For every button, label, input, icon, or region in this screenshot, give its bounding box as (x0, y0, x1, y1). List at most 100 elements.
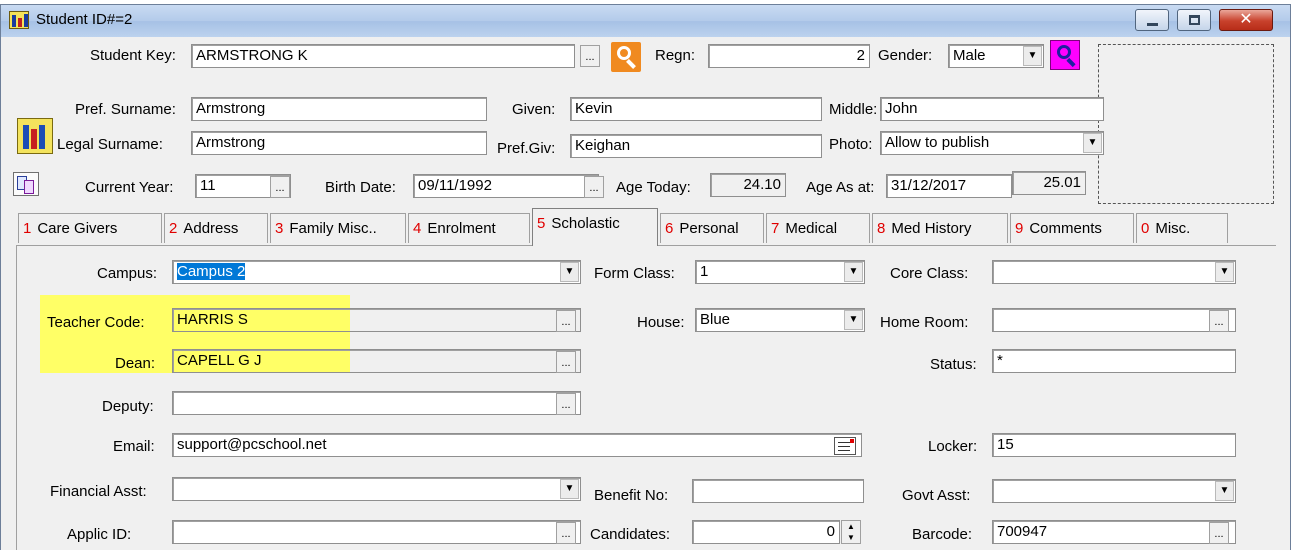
window-title: Student ID#=2 (36, 11, 133, 28)
chevron-down-icon[interactable]: ▼ (844, 310, 863, 330)
locker-label: Locker: (928, 438, 978, 455)
email-field[interactable]: support@pcschool.net (172, 433, 862, 457)
given-field[interactable]: Kevin (570, 97, 822, 121)
minimize-button[interactable] (1135, 9, 1169, 31)
locker-field[interactable]: 15 (992, 433, 1236, 457)
app-icon (9, 11, 29, 29)
pref-giv-field[interactable]: Keighan (570, 134, 822, 158)
barcode-lookup-button[interactable]: ... (1209, 522, 1229, 544)
teacher-code-lookup-button[interactable]: ... (556, 310, 576, 332)
applic-id-lookup-button[interactable]: ... (556, 522, 576, 544)
dean-lookup-button[interactable]: ... (556, 351, 576, 373)
tab-care-givers[interactable]: 1 Care Givers (18, 213, 162, 243)
deputy-field[interactable] (172, 391, 581, 415)
regn-field[interactable]: 2 (708, 44, 870, 68)
status-label: Status: (930, 356, 977, 373)
birth-date-field[interactable]: 09/11/1992 (413, 174, 599, 198)
form-class-value: 1 (700, 263, 709, 280)
tab-misc[interactable]: 0 Misc. (1136, 213, 1228, 243)
photo-select[interactable]: Allow to publish ▼ (880, 131, 1104, 155)
campus-value: Campus 2 (177, 263, 246, 280)
tab-medical[interactable]: 7 Medical (766, 213, 870, 243)
campus-select[interactable]: Campus 2 ▼ (172, 260, 581, 284)
home-room-lookup-button[interactable]: ... (1209, 310, 1229, 332)
core-class-label: Core Class: (890, 265, 969, 282)
birth-date-label: Birth Date: (325, 179, 396, 196)
title-bar[interactable] (1, 5, 1290, 37)
photo-frame[interactable] (1098, 44, 1274, 204)
teacher-code-label: Teacher Code: (47, 314, 145, 331)
benefit-no-field[interactable] (692, 479, 864, 503)
family-icon[interactable] (17, 118, 53, 154)
age-as-at-date-field[interactable]: 31/12/2017 (886, 174, 1012, 198)
middle-label: Middle: (829, 101, 878, 118)
close-button[interactable]: ✕ (1219, 9, 1273, 31)
current-year-lookup-button[interactable]: ... (270, 176, 290, 198)
tab-comments[interactable]: 9 Comments (1010, 213, 1134, 243)
govt-asst-label: Govt Asst: (902, 487, 971, 504)
chevron-down-icon[interactable]: ▼ (1083, 133, 1102, 153)
house-select[interactable]: Blue ▼ (695, 308, 865, 332)
core-class-select[interactable]: ▼ (992, 260, 1236, 284)
dean-field[interactable]: CAPELL G J (172, 349, 581, 373)
chevron-down-icon[interactable]: ▼ (560, 479, 579, 499)
pref-surname-field[interactable]: Armstrong (191, 97, 487, 121)
photo-label: Photo: (829, 136, 873, 153)
tab-enrolment[interactable]: 4 Enrolment (408, 213, 530, 243)
house-value: Blue (700, 311, 731, 328)
spin-up-icon[interactable]: ▲ (842, 521, 860, 532)
age-today-field: 24.10 (710, 173, 786, 197)
tab-personal[interactable]: 6 Personal (660, 213, 764, 243)
financial-asst-label: Financial Asst: (50, 483, 147, 500)
status-field[interactable]: * (992, 349, 1236, 373)
candidates-spinner[interactable]: ▲ ▼ (841, 520, 861, 544)
gender-value: Male (953, 47, 986, 64)
house-label: House: (637, 314, 685, 331)
current-year-label: Current Year: (85, 179, 174, 196)
birth-date-picker-button[interactable]: ... (584, 176, 604, 198)
chevron-down-icon[interactable]: ▼ (560, 262, 579, 282)
deputy-lookup-button[interactable]: ... (556, 393, 576, 415)
candidates-label: Candidates: (590, 526, 671, 543)
chevron-down-icon[interactable]: ▼ (844, 262, 863, 282)
search-orange-icon[interactable] (611, 42, 641, 72)
gender-select[interactable]: Male ▼ (948, 44, 1044, 68)
form-class-select[interactable]: 1 ▼ (695, 260, 865, 284)
chevron-down-icon[interactable]: ▼ (1023, 46, 1042, 66)
campus-label: Campus: (97, 265, 158, 282)
home-room-label: Home Room: (880, 314, 969, 331)
candidates-field[interactable]: 0 (692, 520, 840, 544)
deputy-label: Deputy: (102, 398, 154, 415)
legal-surname-label: Legal Surname: (57, 136, 163, 153)
email-icon[interactable] (834, 437, 856, 455)
legal-surname-field[interactable]: Armstrong (191, 131, 487, 155)
benefit-no-label: Benefit No: (594, 487, 669, 504)
age-today-label: Age Today: (616, 179, 691, 196)
chevron-down-icon[interactable]: ▼ (1215, 262, 1234, 282)
govt-asst-select[interactable]: ▼ (992, 479, 1236, 503)
middle-field[interactable]: John (880, 97, 1104, 121)
tab-family-misc[interactable]: 3 Family Misc.. (270, 213, 406, 243)
student-key-field[interactable]: ARMSTRONG K (191, 44, 575, 68)
financial-asst-select[interactable]: ▼ (172, 477, 581, 501)
home-room-field[interactable] (992, 308, 1236, 332)
barcode-field[interactable]: 700947 (992, 520, 1236, 544)
teacher-code-field[interactable]: HARRIS S (172, 308, 581, 332)
tab-scholastic[interactable]: 5 Scholastic (532, 208, 658, 246)
search-magenta-icon[interactable] (1050, 40, 1080, 70)
regn-label: Regn: (655, 47, 696, 64)
chevron-down-icon[interactable]: ▼ (1215, 481, 1234, 501)
applic-id-label: Applic ID: (67, 526, 132, 543)
maximize-icon (1189, 15, 1200, 25)
barcode-label: Barcode: (912, 526, 973, 543)
tab-med-history[interactable]: 8 Med History (872, 213, 1008, 243)
tab-address[interactable]: 2 Address (164, 213, 268, 243)
maximize-button[interactable] (1177, 9, 1211, 31)
photo-value: Allow to publish (885, 134, 990, 151)
minimize-icon (1147, 23, 1158, 26)
student-key-lookup-button[interactable]: ... (580, 45, 600, 67)
form-class-label: Form Class: (594, 265, 675, 282)
copy-icon[interactable] (13, 172, 39, 196)
applic-id-field[interactable] (172, 520, 581, 544)
spin-down-icon[interactable]: ▼ (842, 532, 860, 543)
